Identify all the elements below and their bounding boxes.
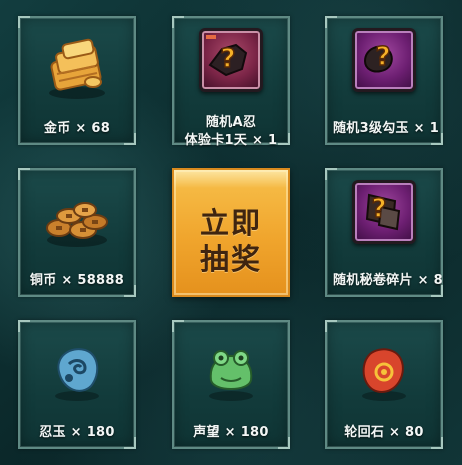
reward-label: 铜币 × 58888 bbox=[29, 273, 125, 288]
draw-now-button[interactable]: 立即 抽奖 bbox=[172, 168, 290, 297]
copper-coins-icon bbox=[39, 182, 115, 258]
reward-tile-random-magatama[interactable]: ? 随机3级勾玉 × 1 bbox=[325, 16, 443, 145]
svg-text:?: ? bbox=[371, 194, 386, 224]
svg-text:?: ? bbox=[220, 44, 235, 74]
reward-label-line2: 体验卡1天 × 1 bbox=[184, 133, 278, 148]
mystery-box-icon: ? bbox=[199, 28, 263, 92]
lottery-panel: 金币 × 68 ? 随机A忍 体验卡1天 × 1 ? 随机3级勾玉 × 1 铜币… bbox=[0, 0, 462, 465]
samsara-stone-icon bbox=[346, 334, 422, 410]
svg-text:?: ? bbox=[375, 42, 390, 72]
mystery-scroll-fragment-icon: ? bbox=[352, 180, 416, 244]
gold-coins-icon bbox=[39, 30, 115, 106]
reward-label: 随机3级勾玉 × 1 bbox=[333, 121, 440, 136]
reward-label-line1: 随机A忍 bbox=[205, 115, 257, 130]
reward-tile-samsara-stone[interactable]: 轮回石 × 80 bbox=[325, 320, 443, 449]
reward-label: 声望 × 180 bbox=[193, 425, 269, 440]
reward-label: 随机A忍 体验卡1天 × 1 bbox=[180, 114, 282, 150]
reward-tile-gold-coins[interactable]: 金币 × 68 bbox=[18, 16, 136, 145]
reward-tile-a-ninja-trial-card[interactable]: ? 随机A忍 体验卡1天 × 1 bbox=[172, 16, 290, 148]
reward-tile-random-scroll-fragment[interactable]: ? 随机秘卷碎片 × 8 bbox=[325, 168, 443, 297]
reward-label: 金币 × 68 bbox=[43, 121, 111, 136]
reward-tile-reputation[interactable]: 声望 × 180 bbox=[172, 320, 290, 449]
reward-label: 忍玉 × 180 bbox=[39, 425, 115, 440]
draw-button-label-line2: 抽奖 bbox=[199, 242, 262, 276]
ninja-jade-icon bbox=[39, 334, 115, 410]
reward-tile-copper-coins[interactable]: 铜币 × 58888 bbox=[18, 168, 136, 297]
reward-tile-ninja-jade[interactable]: 忍玉 × 180 bbox=[18, 320, 136, 449]
mystery-magatama-icon: ? bbox=[352, 28, 416, 92]
reward-label: 随机秘卷碎片 × 8 bbox=[333, 273, 443, 288]
reward-label: 轮回石 × 80 bbox=[344, 425, 424, 440]
reputation-frog-icon bbox=[193, 334, 269, 410]
